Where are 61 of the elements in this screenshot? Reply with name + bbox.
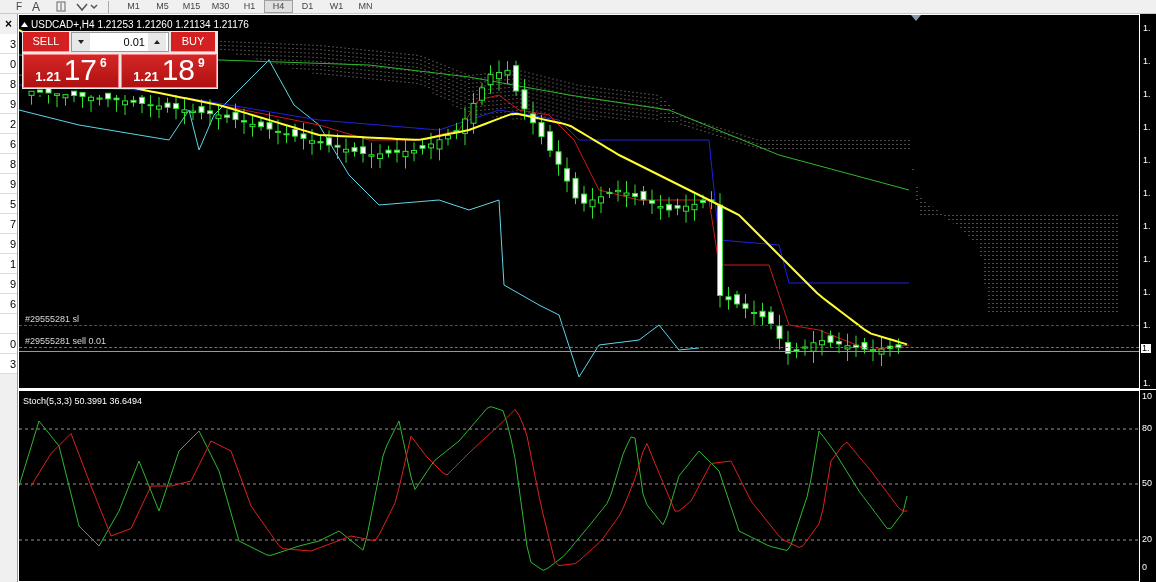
list-row[interactable]: 9 xyxy=(0,234,17,254)
axis-label: 1. xyxy=(1143,222,1151,231)
down-caret-icon xyxy=(78,40,84,44)
timeframe-tab[interactable]: MN xyxy=(351,0,380,13)
axis-label: 1. xyxy=(1143,189,1151,198)
axis-label: 1. xyxy=(1143,255,1151,264)
toolbar-label[interactable]: F xyxy=(2,1,22,12)
list-row[interactable]: 9 xyxy=(0,274,17,294)
timeframe-tab[interactable]: M1 xyxy=(119,0,148,13)
list-row[interactable]: 5 xyxy=(0,194,17,214)
list-row[interactable]: 2 xyxy=(0,114,17,134)
timeframe-tab[interactable]: W1 xyxy=(322,0,351,13)
list-row[interactable]: 3 xyxy=(0,34,17,54)
increase-button[interactable] xyxy=(148,33,166,51)
timeframe-tab[interactable]: D1 xyxy=(293,0,322,13)
triangle-icon xyxy=(21,22,28,27)
timeframe-tab[interactable]: H4 xyxy=(264,0,293,13)
list-row[interactable]: 8 xyxy=(0,154,17,174)
axis-label: 10 xyxy=(1142,392,1152,401)
text-tool[interactable]: A xyxy=(32,0,46,13)
timeframe-tab[interactable]: H1 xyxy=(235,0,264,13)
sell-button[interactable]: SELL xyxy=(23,32,69,52)
list-row[interactable]: 9 xyxy=(0,174,17,194)
up-caret-icon xyxy=(154,40,160,44)
order-label: #29555281 sell 0.01 xyxy=(25,336,107,346)
axis-label: 1. xyxy=(1143,379,1151,388)
close-icon[interactable]: × xyxy=(0,14,17,34)
axis-label: 1. xyxy=(1143,123,1151,132)
order-line[interactable] xyxy=(19,347,1139,348)
axis-label: 1. xyxy=(1143,24,1151,33)
timeframe-tab[interactable]: M30 xyxy=(206,0,235,13)
axis-label: 1. xyxy=(1143,57,1151,66)
axis-label: 1. xyxy=(1143,321,1151,330)
list-row[interactable]: 8 xyxy=(0,74,17,94)
list-row[interactable]: 6 xyxy=(0,134,17,154)
list-row[interactable]: 9 xyxy=(0,94,17,114)
timeframe-tab[interactable]: M15 xyxy=(177,0,206,13)
arrows-icon[interactable] xyxy=(76,1,98,12)
chart-title: USDCAD+,H4 1.21253 1.21260 1.21134 1.21176 xyxy=(31,18,249,32)
axis-label: 1. xyxy=(1143,90,1151,99)
timeframe-tab[interactable]: M5 xyxy=(148,0,177,13)
list-row[interactable]: 1 xyxy=(0,254,17,274)
decrease-button[interactable] xyxy=(72,33,90,51)
list-row[interactable]: 7 xyxy=(0,214,17,234)
list-row[interactable]: 6 xyxy=(0,294,17,314)
order-label: #29555281 sl xyxy=(25,314,80,324)
axis-label: 1. xyxy=(1143,288,1151,297)
axis-label: 80 xyxy=(1142,424,1152,433)
list-row[interactable]: 3 xyxy=(0,354,17,374)
list-row[interactable]: 0 xyxy=(0,334,17,354)
axis-label: 1. xyxy=(1143,156,1151,165)
buy-button[interactable]: BUY xyxy=(171,32,215,52)
axis-label: 20 xyxy=(1142,535,1152,544)
list-row[interactable]: 0 xyxy=(0,54,17,74)
lot-input[interactable]: 0.01 xyxy=(90,33,148,51)
indicator-label: Stoch(5,3,3) 50.3991 36.6494 xyxy=(23,395,143,408)
stop-loss-line[interactable] xyxy=(19,325,1139,326)
lot-field[interactable]: 0.01 xyxy=(71,32,169,52)
axis-label: 0 xyxy=(1142,563,1147,572)
current-price-label: 1. xyxy=(1141,344,1151,353)
axis-label: 50 xyxy=(1142,479,1152,488)
